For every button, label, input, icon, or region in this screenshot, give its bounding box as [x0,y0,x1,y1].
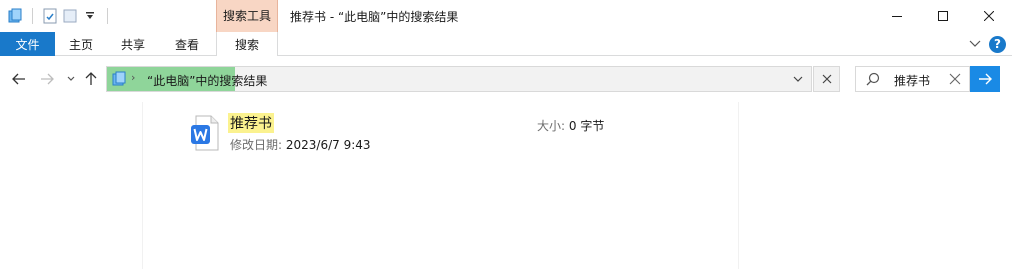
clear-search-icon[interactable] [949,73,961,85]
window-controls [874,0,1012,32]
chevron-down-icon [67,76,75,81]
ribbon-tab-bar: 文件 主页 共享 查看 搜索 ? [0,32,1012,57]
tab-home[interactable]: 主页 [55,32,107,56]
address-history-dropdown[interactable] [791,72,805,86]
close-button[interactable] [966,0,1012,32]
qat-divider-2 [107,8,108,24]
help-icon[interactable]: ? [989,35,1006,53]
search-go-button[interactable] [970,66,1000,92]
maximize-icon [938,11,948,21]
file-name[interactable]: 推荐书 [228,113,274,133]
pane-divider-right [738,102,739,269]
list-item[interactable]: 推荐书 修改日期: 2023/6/7 9:43 大小: 0 字节 [190,112,630,158]
arrow-right-icon [979,73,992,85]
minimize-icon [892,16,902,17]
window-title: 推荐书 - “此电脑”中的搜索结果 [290,10,459,24]
search-results-pane: 推荐书 修改日期: 2023/6/7 9:43 大小: 0 字节 [0,102,1012,269]
ribbon-right-controls: ? [969,35,1006,53]
breadcrumb-separator-icon[interactable]: › [131,71,135,84]
address-bar[interactable]: › “此电脑”中的搜索结果 [106,66,812,92]
address-path: “此电脑”中的搜索结果 [147,74,268,88]
this-pc-icon [111,71,127,87]
forward-button[interactable] [38,70,56,88]
qat-divider [32,8,33,24]
navigation-bar: › “此电脑”中的搜索结果 推荐书 [0,56,1012,102]
modified-date-label: 修改日期: [230,138,283,152]
close-icon [822,74,831,84]
maximize-button[interactable] [920,0,966,32]
new-folder-icon[interactable] [61,7,79,25]
tab-view[interactable]: 查看 [159,32,215,56]
search-input[interactable]: 推荐书 [855,66,970,92]
pane-divider-left [142,102,143,269]
expand-ribbon-chevron-icon[interactable] [969,37,981,51]
search-query-text: 推荐书 [894,74,931,88]
tab-search[interactable]: 搜索 [216,32,278,57]
search-icon [866,72,880,86]
recent-locations-button[interactable] [62,70,80,88]
modified-date-value: 2023/6/7 9:43 [285,138,371,152]
up-arrow-icon [85,72,97,85]
properties-icon[interactable] [41,7,59,25]
search-tools-context-header: 搜索工具 [216,0,278,32]
file-size-value: 0 字节 [568,119,605,133]
close-icon [984,11,994,21]
modified-date: 修改日期: 2023/6/7 9:43 [230,136,371,153]
tab-file[interactable]: 文件 [0,32,55,56]
customize-qat-dropdown-icon[interactable] [81,7,99,25]
forward-arrow-icon [41,73,54,85]
wps-writer-doc-icon [190,115,220,151]
chevron-down-icon [793,76,803,82]
quick-access-toolbar [6,6,116,26]
folder-app-icon[interactable] [6,7,24,25]
minimize-button[interactable] [874,0,920,32]
stop-search-button[interactable] [813,66,840,92]
file-size-label: 大小: [537,119,566,133]
file-size: 大小: 0 字节 [537,117,604,134]
tab-share[interactable]: 共享 [107,32,159,56]
back-button[interactable] [10,70,28,88]
back-arrow-icon [12,73,25,85]
up-button[interactable] [82,70,100,88]
title-bar: 搜索工具 推荐书 - “此电脑”中的搜索结果 [0,0,1012,32]
